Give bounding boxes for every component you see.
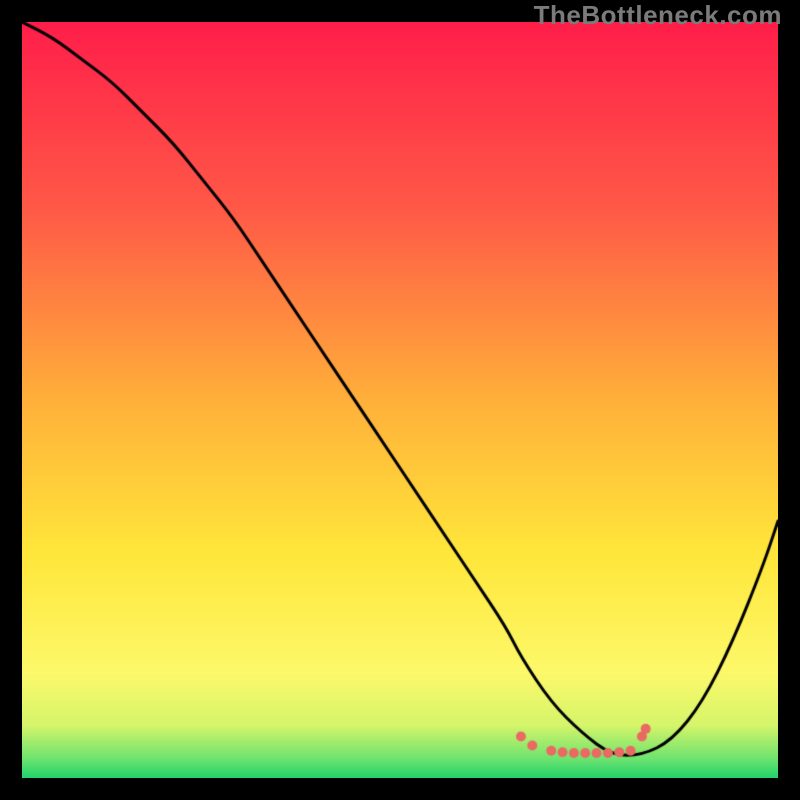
chart-frame: TheBottleneck.com bbox=[0, 0, 800, 800]
plot-area bbox=[22, 22, 778, 778]
watermark-label: TheBottleneck.com bbox=[534, 0, 782, 31]
chart-canvas bbox=[22, 22, 778, 778]
